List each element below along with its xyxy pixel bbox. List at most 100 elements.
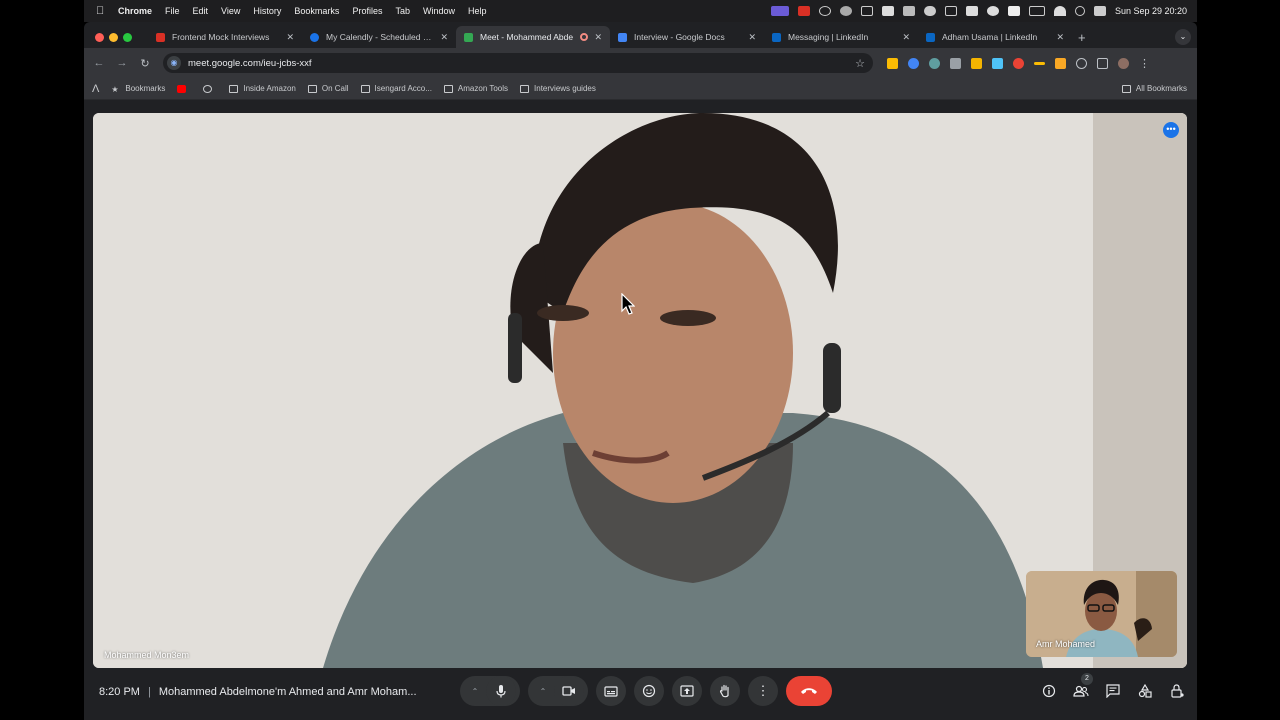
raise-hand-button[interactable] (710, 676, 740, 706)
people-icon (1073, 685, 1089, 697)
tab-close-icon[interactable]: ✕ (748, 32, 756, 43)
menu-help[interactable]: Help (468, 6, 487, 16)
menu-file[interactable]: File (165, 6, 180, 16)
forward-arrow-icon[interactable]: → (114, 57, 130, 69)
bookmark-item-amazon-tools[interactable]: Amazon Tools (443, 84, 509, 93)
minimize-window-button[interactable] (109, 32, 118, 42)
more-options-icon[interactable]: ••• (1163, 122, 1179, 138)
drive-icon[interactable] (860, 6, 873, 16)
record-stop-icon[interactable] (797, 6, 810, 16)
spotlight-search-icon[interactable] (1074, 6, 1085, 16)
all-bookmarks-button[interactable]: All Bookmarks (1121, 84, 1187, 93)
reload-icon[interactable]: ↻ (137, 57, 153, 70)
apple-icon[interactable]:  (96, 5, 108, 17)
menu-tab[interactable]: Tab (395, 6, 410, 16)
battery-icon[interactable] (1028, 6, 1045, 16)
extension-circle-icon[interactable] (1076, 57, 1087, 69)
bookmark-item-isengard[interactable]: Isengard Acco... (360, 84, 432, 93)
microphone-button[interactable] (486, 676, 516, 706)
maximize-window-button[interactable] (123, 32, 132, 42)
skype-icon[interactable] (902, 6, 915, 16)
self-view-tile[interactable]: Amr Mohamed (1026, 571, 1177, 657)
more-options-button[interactable]: ⋮ (748, 676, 778, 706)
extension-pencil-icon[interactable] (971, 57, 982, 69)
meeting-details-button[interactable] (1039, 679, 1059, 703)
video-settings-caret-icon[interactable]: ⌃ (532, 687, 554, 696)
activities-button[interactable] (1135, 679, 1155, 703)
screen-record-icon[interactable] (770, 6, 789, 16)
tab-meet[interactable]: Meet - Mohammed Abde ✕ (456, 26, 610, 48)
menu-edit[interactable]: Edit (193, 6, 209, 16)
bookmark-label: Amazon Tools (457, 84, 509, 93)
menu-window[interactable]: Window (423, 6, 455, 16)
extension-amazon-icon[interactable] (1034, 61, 1045, 65)
host-controls-button[interactable] (1167, 679, 1187, 703)
site-info-icon[interactable]: ◉ (167, 56, 181, 70)
extension-t-icon[interactable] (1055, 57, 1066, 69)
extensions-puzzle-icon[interactable] (1097, 57, 1108, 69)
bookmark-globe[interactable] (203, 84, 217, 93)
bookmark-item-interviews-guides[interactable]: Interviews guides (520, 84, 596, 93)
tab-close-icon[interactable]: ✕ (1056, 32, 1064, 43)
tab-google-docs[interactable]: Interview - Google Docs ✕ (610, 26, 764, 48)
menu-profiles[interactable]: Profiles (352, 6, 382, 16)
bookmark-item-on-call[interactable]: On Call (307, 84, 349, 93)
display-icon[interactable] (944, 6, 957, 16)
menu-history[interactable]: History (253, 6, 281, 16)
bitwarden-icon[interactable] (881, 6, 894, 16)
aws-logo-icon[interactable]: Λ (92, 83, 99, 95)
extension-blue-circle-icon[interactable] (908, 57, 919, 69)
extension-notes-icon[interactable] (887, 57, 898, 69)
bookmark-star-icon[interactable]: ☆ (855, 57, 865, 70)
extension-react-icon[interactable] (929, 57, 940, 69)
menu-view[interactable]: View (221, 6, 240, 16)
address-bar[interactable]: ◉ meet.google.com/ieu-jcbs-xxf ☆ (163, 53, 873, 73)
tab-linkedin-messaging[interactable]: Messaging | LinkedIn ✕ (764, 26, 918, 48)
audio-settings-caret-icon[interactable]: ⌃ (464, 687, 486, 696)
captions-button[interactable] (596, 676, 626, 706)
browser-menu-icon[interactable]: ⋮ (1139, 57, 1150, 70)
wifi-icon[interactable] (1053, 6, 1066, 16)
grid-app-icon[interactable] (965, 6, 978, 16)
tab-close-icon[interactable]: ✕ (286, 32, 294, 43)
bookmark-item-inside-amazon[interactable]: Inside Amazon (229, 84, 296, 93)
tab-search-chevron-icon[interactable]: ⌄ (1175, 29, 1191, 45)
back-arrow-icon[interactable]: ← (91, 57, 107, 69)
tab-calendly[interactable]: My Calendly - Scheduled Eve ✕ (302, 26, 456, 48)
tab-frontend-mock-interviews[interactable]: Frontend Mock Interviews ✕ (148, 26, 302, 48)
bookmark-youtube[interactable] (177, 84, 191, 93)
meeting-time: 8:20 PM (99, 686, 140, 698)
tab-close-icon[interactable]: ✕ (902, 32, 910, 43)
present-screen-button[interactable] (672, 676, 702, 706)
leave-call-button[interactable] (786, 676, 832, 706)
tab-linkedin-profile[interactable]: Adham Usama | LinkedIn ✕ (918, 26, 1072, 48)
reactions-button[interactable] (634, 676, 664, 706)
extension-red-badge-icon[interactable] (1013, 57, 1024, 69)
extension-diamond-icon[interactable] (992, 57, 1003, 69)
bookmark-item-bookmarks[interactable]: ★ Bookmarks (111, 84, 165, 94)
microphone-control-group: ⌃ (460, 676, 520, 706)
menubar-clock[interactable]: Sun Sep 29 20:20 (1115, 6, 1187, 16)
people-button[interactable]: 2 (1071, 673, 1093, 703)
tab-close-icon[interactable]: ✕ (594, 32, 602, 43)
cloud-sync-icon[interactable] (839, 6, 852, 16)
clock-app-icon[interactable] (818, 6, 831, 16)
tab-favicon-icon (926, 32, 935, 42)
cloud-icon[interactable] (923, 6, 936, 16)
camera-button[interactable] (554, 676, 584, 706)
url-text[interactable]: meet.google.com/ieu-jcbs-xxf (188, 58, 312, 69)
menu-app-name[interactable]: Chrome (118, 6, 152, 16)
main-participant-video[interactable]: ••• Mohammed Mon3em (93, 113, 1187, 668)
chat-button[interactable] (1103, 679, 1123, 703)
profile-avatar[interactable] (1118, 57, 1129, 69)
close-window-button[interactable] (95, 32, 104, 42)
control-center-icon[interactable] (1093, 6, 1106, 16)
new-tab-button[interactable]: + (1078, 30, 1086, 45)
microphone-icon (496, 685, 506, 698)
extension-camera-icon[interactable] (950, 57, 961, 69)
tab-close-icon[interactable]: ✕ (440, 32, 448, 43)
keyboard-input-icon[interactable] (1007, 6, 1020, 16)
macos-menubar:  Chrome File Edit View History Bookmark… (84, 0, 1197, 22)
moon-icon[interactable] (986, 6, 999, 16)
menu-bookmarks[interactable]: Bookmarks (294, 6, 339, 16)
